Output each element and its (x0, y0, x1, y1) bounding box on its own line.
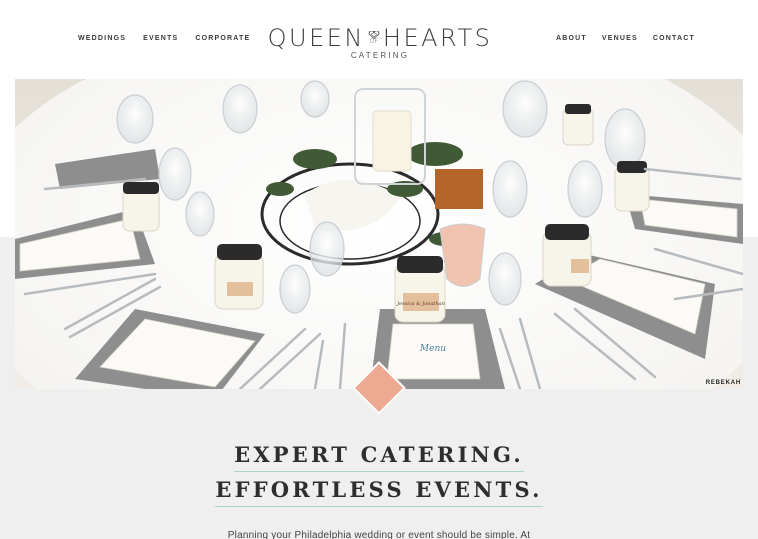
logo-subtitle: CATERING (350, 51, 410, 60)
intro-text: Planning your Philadelphia wedding or ev… (227, 530, 531, 539)
nav-events[interactable]: EVENTS (143, 35, 178, 42)
photo-credit: REBEKAH (705, 380, 741, 386)
logo[interactable]: QUEEN OF HEARTS CATERING (265, 26, 495, 62)
hero-image: Menu Jessica & Jonathan REBEKAH (15, 79, 743, 389)
nav-about[interactable]: ABOUT (556, 35, 587, 42)
logo-of-heart: OF (368, 31, 380, 45)
headline-line-2: EFFORTLESS EVENTS. (215, 477, 543, 507)
table-setting-illustration: Menu Jessica & Jonathan (15, 79, 743, 389)
nav-contact[interactable]: CONTACT (653, 35, 695, 42)
site-header: WEDDINGS EVENTS CORPORATE QUEEN OF HEART… (0, 0, 758, 79)
nav-weddings[interactable]: WEDDINGS (78, 35, 126, 42)
headline: EXPERT CATERING. EFFORTLESS EVENTS. (0, 442, 758, 512)
logo-wordmark: QUEEN OF HEARTS (265, 26, 495, 50)
menu-card-title: Menu (419, 344, 446, 354)
headline-line-1: EXPERT CATERING. (234, 442, 524, 472)
nav-left: WEDDINGS EVENTS CORPORATE (78, 35, 250, 42)
logo-word-queen: QUEEN (267, 24, 365, 52)
jar-label: Jessica & Jonathan (396, 301, 445, 307)
logo-of-text: OF (369, 38, 378, 45)
logo-word-hearts: HEARTS (382, 24, 493, 52)
nav-right: ABOUT VENUES CONTACT (556, 35, 695, 42)
nav-venues[interactable]: VENUES (602, 35, 638, 42)
nav-corporate[interactable]: CORPORATE (195, 35, 250, 42)
